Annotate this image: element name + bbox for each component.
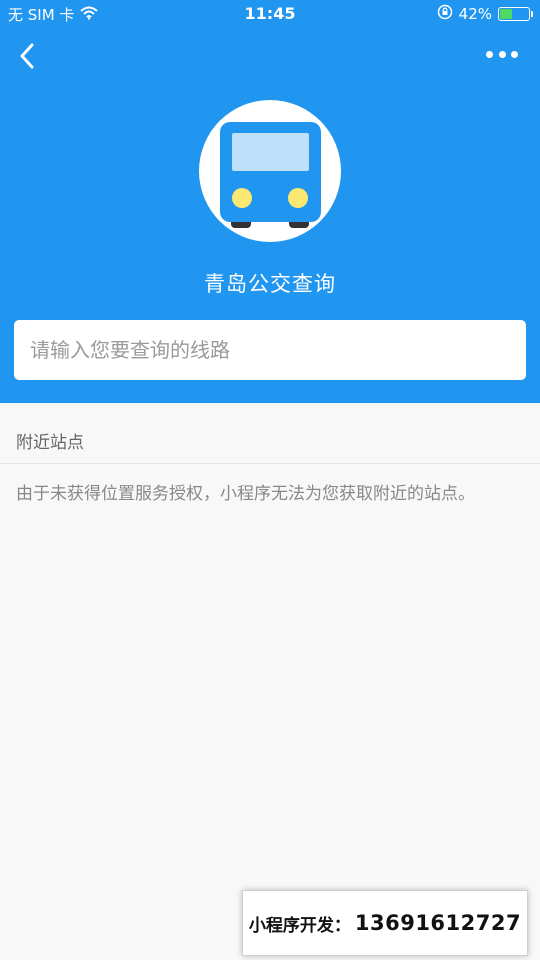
status-bar: 无 SIM 卡 11:45 42% [0,0,540,28]
route-search-box[interactable] [14,320,526,380]
location-permission-notice: 由于未获得位置服务授权，小程序无法为您获取附近的站点。 [16,484,475,504]
orientation-lock-icon [437,4,453,24]
nearby-stations-title: 附近站点 [16,433,84,453]
more-dots-icon [511,50,518,58]
more-button[interactable] [486,44,518,64]
back-button[interactable] [16,40,40,72]
more-dots-icon [486,50,493,58]
status-right: 42% [437,4,533,24]
app-logo [199,100,341,242]
battery-level [500,9,512,19]
battery-icon [498,7,533,21]
bus-icon [220,122,321,228]
chevron-left-icon [20,43,34,69]
more-dots-icon [498,50,506,58]
app-title: 青岛公交查询 [204,272,336,296]
route-search-input[interactable] [30,338,526,362]
header-banner: 无 SIM 卡 11:45 42% 青岛公交查询 请输入您要查询的线路 [0,0,540,403]
divider [0,463,540,464]
battery-percent: 42% [458,5,492,23]
promo-banner[interactable]: 小程序开发： 13691612727 [242,890,528,956]
promo-phone: 13691612727 [354,911,522,935]
promo-label: 小程序开发： [248,915,351,936]
